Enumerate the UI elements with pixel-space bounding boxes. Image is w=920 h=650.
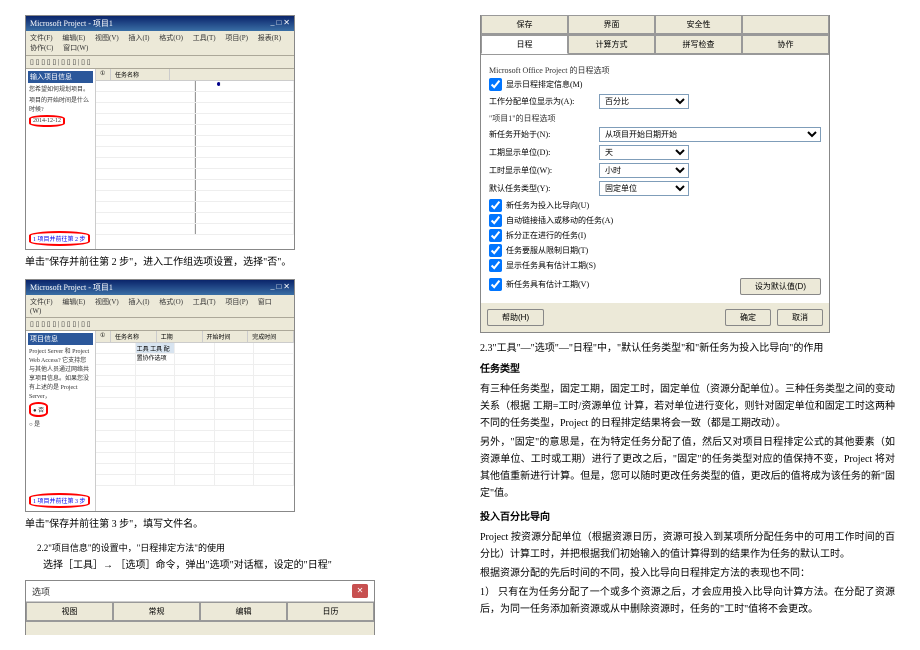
para-1: 有三种任务类型，固定工期，固定工时，固定单位（资源分配单位）。三种任务类型之间的… (480, 381, 895, 432)
sidebar-heading: 输入项目信息 (28, 71, 93, 83)
window-title: Microsoft Project - 项目1 (30, 18, 113, 29)
sidebar-panel: 输入项目信息 您希望如何规划项目。 项目的开始时间是什么时候? 2014-12-… (26, 69, 96, 249)
date-field-circled[interactable]: 2014-12-12 (29, 115, 65, 127)
chk-honor[interactable] (489, 244, 502, 257)
chk-split[interactable] (489, 229, 502, 242)
chk-autolink[interactable] (489, 214, 502, 227)
para-5: 1） 只有在为任务分配了一个或多个资源之后，才会应用投入比导向计算方法。在分配了… (480, 584, 895, 618)
heading-tasktype: 任务类型 (480, 360, 895, 375)
tab-spell[interactable]: 拼写检查 (655, 35, 742, 54)
chk-showinfo[interactable] (489, 78, 502, 91)
tab-calendar[interactable]: 日历 (287, 602, 374, 621)
tabs-row1: 视图 常规 编辑 日历 (26, 602, 374, 622)
instruction-text: 选择［工具］→ ［选项］命令，弹出"选项"对话框，设定的"日程" (25, 558, 440, 574)
titlebar2: Microsoft Project - 项目1 _ □ ✕ (26, 280, 294, 295)
select-work[interactable]: 小时 (599, 163, 689, 178)
titlebar: Microsoft Project - 项目1 _ □ ✕ (26, 16, 294, 31)
btn-setdefault[interactable]: 设为默认值(D) (740, 278, 821, 295)
tab-schedule[interactable]: 日程 (481, 35, 568, 54)
select-duration[interactable]: 天 (599, 145, 689, 160)
tab-view[interactable]: 视图 (26, 602, 113, 621)
select-workunit[interactable]: 百分比 (599, 94, 689, 109)
sidebar-panel-2: 项目信息 Project Server 和 Project Web Access… (26, 331, 96, 511)
tabs-row3: 日程 计算方式 拼写检查 协作 (481, 35, 829, 55)
option-no[interactable]: ● 否 (29, 402, 48, 417)
select-newtask[interactable]: 从项目开始日期开始 (599, 127, 821, 142)
dialog-title-text: 选项 (32, 585, 50, 598)
tab-interface[interactable]: 界面 (568, 15, 655, 34)
chk-effort[interactable] (489, 199, 502, 212)
window-controls: _ □ ✕ (270, 282, 290, 293)
tab-collab[interactable]: 协作 (742, 35, 829, 54)
tab-calc[interactable]: 计算方式 (568, 35, 655, 54)
caption-3: 2.2"项目信息"的设置中，"日程排定方法"的使用 (37, 541, 440, 554)
section-2: "项目1"的日程选项 (489, 113, 821, 124)
tab-general[interactable]: 常规 (113, 602, 200, 621)
tab-save[interactable]: 保存 (481, 15, 568, 34)
close-icon[interactable]: ✕ (352, 584, 368, 598)
caption-1: 单击"保存并前往第 2 步"，进入工作组选项设置，选择"否"。 (25, 255, 440, 271)
project-screenshot-1: Microsoft Project - 项目1 _ □ ✕ 文件(F) 编辑(E… (25, 15, 295, 250)
toolbar: ▯ ▯ ▯ ▯ ▯ | ▯ ▯ ▯ | ▯ ▯ (26, 56, 294, 69)
tab-edit[interactable]: 编辑 (200, 602, 287, 621)
caption-2: 单击"保存并前往第 3 步"，填写文件名。 (25, 517, 440, 533)
section-1: Microsoft Office Project 的日程选项 (489, 65, 821, 76)
window-controls: _ □ ✕ (270, 18, 290, 29)
tabs-row2: 保存 界面 安全性 (481, 15, 829, 35)
gantt-area: ① 任务名称 (96, 69, 294, 249)
heading-23: 2.3"工具"—"选项"—"日程"中，"默认任务类型"和"新任务为投入比导向"的… (480, 339, 895, 354)
btn-help[interactable]: 帮助(H) (487, 309, 544, 326)
menubar: 文件(F) 编辑(E) 视图(V) 插入(I) 格式(O) 工具(T) 项目(P… (26, 31, 294, 56)
select-tasktype[interactable]: 固定单位 (599, 181, 689, 196)
option-yes[interactable]: ○ 是 (28, 418, 93, 429)
left-column: Microsoft Project - 项目1 _ □ ✕ 文件(F) 编辑(E… (25, 15, 440, 554)
heading-ratio: 投入百分比导向 (480, 508, 895, 523)
btn-ok[interactable]: 确定 (725, 309, 771, 326)
chk-newest[interactable] (489, 278, 502, 291)
para-4: 根据资源分配的先后时间的不同，投入比导向日程排定方法的表现也不同： (480, 565, 895, 582)
next-step-link-2[interactable]: 1 项目并前往第 3 步 (29, 493, 90, 508)
tab-security[interactable]: 安全性 (655, 15, 742, 34)
para-2: 另外，"固定"的意思是，在为特定任务分配了值，然后又对项目日程排定公式的其他要素… (480, 434, 895, 502)
btn-cancel[interactable]: 取消 (777, 309, 823, 326)
para-3: Project 按资源分配单位（根据资源日历，资源可投入到某项所分配任务中的可用… (480, 529, 895, 563)
project-screenshot-2: Microsoft Project - 项目1 _ □ ✕ 文件(F) 编辑(E… (25, 279, 295, 512)
chk-estdur[interactable] (489, 259, 502, 272)
next-step-link[interactable]: 1 项目并前往第 2 步 (29, 231, 90, 246)
